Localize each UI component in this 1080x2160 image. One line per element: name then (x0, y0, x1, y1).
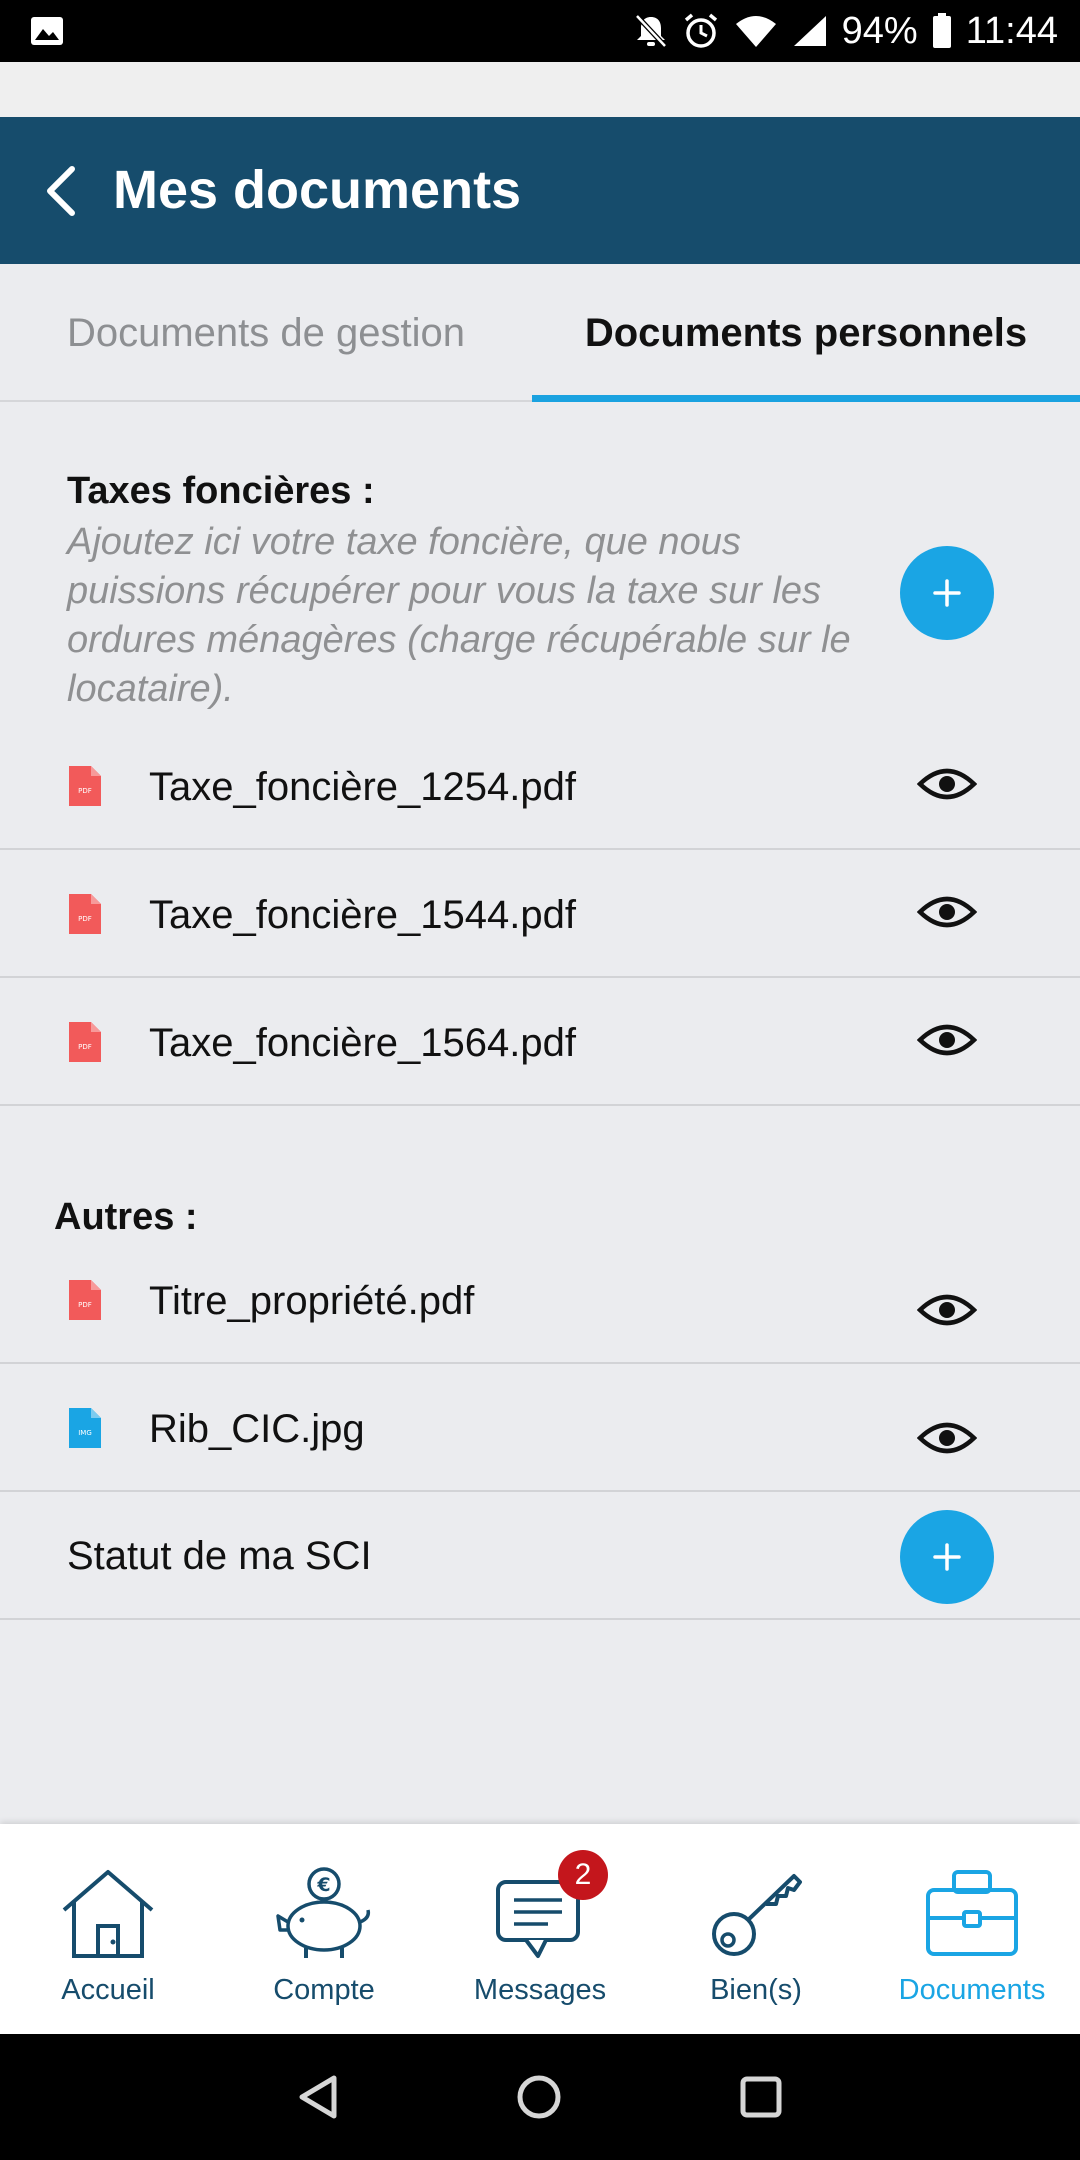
app-bar: Mes documents (0, 117, 1080, 264)
nav-label: Accueil (61, 1974, 155, 2006)
file-row[interactable]: PDF Taxe_foncière_1564.pdf (0, 980, 1080, 1106)
file-type-label: PDF (78, 1043, 92, 1051)
pdf-file-icon: PDF (69, 894, 101, 934)
file-type-label: PDF (78, 787, 92, 795)
unread-messages-badge: 2 (558, 1850, 608, 1900)
file-type-label: PDF (78, 915, 92, 923)
active-tab-indicator (532, 395, 1080, 402)
tab-bar: Documents de gestion Documents personnel… (0, 264, 1080, 402)
system-recents-icon[interactable] (738, 2074, 784, 2120)
file-type-label: PDF (78, 1301, 92, 1309)
system-back-icon[interactable] (296, 2074, 342, 2120)
battery-icon (932, 13, 951, 48)
alarm-icon (684, 13, 717, 48)
file-name: Rib_CIC.jpg (149, 1407, 365, 1451)
empty-document-row: Statut de ma SCI (0, 1494, 1080, 1620)
file-row[interactable]: PDF Taxe_foncière_1254.pdf (0, 724, 1080, 850)
pdf-file-icon: PDF (69, 766, 101, 806)
piggy-bank-icon: € (276, 1867, 371, 1958)
tab-documents-gestion[interactable]: Documents de gestion (0, 264, 532, 402)
signal-icon (793, 16, 826, 46)
nav-label: Compte (273, 1974, 375, 2006)
eye-icon[interactable] (917, 892, 977, 932)
back-arrow-icon[interactable] (36, 161, 96, 221)
wifi-icon (735, 16, 776, 47)
file-type-label: IMG (78, 1429, 92, 1437)
nav-messages[interactable]: Messages (432, 1824, 648, 2034)
plus-icon (933, 579, 961, 607)
pdf-file-icon: PDF (69, 1280, 101, 1320)
section-description-taxes: Ajoutez ici votre taxe foncière, que nou… (67, 521, 851, 710)
add-taxe-button[interactable] (900, 546, 994, 640)
add-statut-button[interactable] (900, 1510, 994, 1604)
nav-label: Messages (473, 1974, 607, 2006)
plus-icon (933, 1543, 961, 1571)
system-navigation-bar (0, 2034, 1080, 2160)
file-name: Titre_propriété.pdf (149, 1279, 475, 1323)
file-row[interactable]: IMG Rib_CIC.jpg (0, 1366, 1080, 1492)
status-bar: 94% 11:44 (0, 0, 1080, 62)
battery-percent: 94% (841, 9, 918, 52)
clock: 11:44 (965, 9, 1058, 52)
file-row[interactable]: PDF Titre_propriété.pdf (0, 1238, 1080, 1364)
svg-text:€: € (316, 1874, 330, 1896)
system-home-icon[interactable] (516, 2074, 562, 2120)
nav-documents[interactable]: Documents (864, 1824, 1080, 2034)
image-file-icon: IMG (69, 1408, 101, 1448)
pdf-file-icon: PDF (69, 1022, 101, 1062)
file-name: Taxe_foncière_1544.pdf (149, 893, 576, 937)
house-icon (62, 1870, 154, 1958)
page-title: Mes documents (113, 160, 522, 220)
bottom-navigation: Accueil € Compte Messages Bien(s) Docume… (0, 1824, 1080, 2034)
nav-compte[interactable]: € Compte (216, 1824, 432, 2034)
eye-icon[interactable] (917, 1020, 977, 1060)
eye-icon[interactable] (917, 1290, 977, 1330)
file-row[interactable]: PDF Taxe_foncière_1544.pdf (0, 852, 1080, 978)
nav-biens[interactable]: Bien(s) (648, 1824, 864, 2034)
top-spacer (0, 62, 1080, 117)
file-name: Taxe_foncière_1254.pdf (149, 765, 576, 809)
nav-label: Bien(s) (710, 1974, 802, 2006)
section-title-taxes: Taxes foncières : (67, 470, 375, 512)
section-title-autres: Autres : (54, 1196, 198, 1238)
key-icon (712, 1874, 802, 1956)
briefcase-icon (926, 1870, 1018, 1956)
notifications-off-icon (634, 14, 667, 48)
eye-icon[interactable] (917, 764, 977, 804)
nav-accueil[interactable]: Accueil (0, 1824, 216, 2034)
document-slot-label: Statut de ma SCI (67, 1534, 372, 1578)
tab-documents-personnels[interactable]: Documents personnels (532, 264, 1080, 402)
nav-label: Documents (898, 1974, 1046, 2006)
file-name: Taxe_foncière_1564.pdf (149, 1021, 576, 1065)
image-notification-icon (31, 17, 63, 45)
eye-icon[interactable] (917, 1418, 977, 1458)
